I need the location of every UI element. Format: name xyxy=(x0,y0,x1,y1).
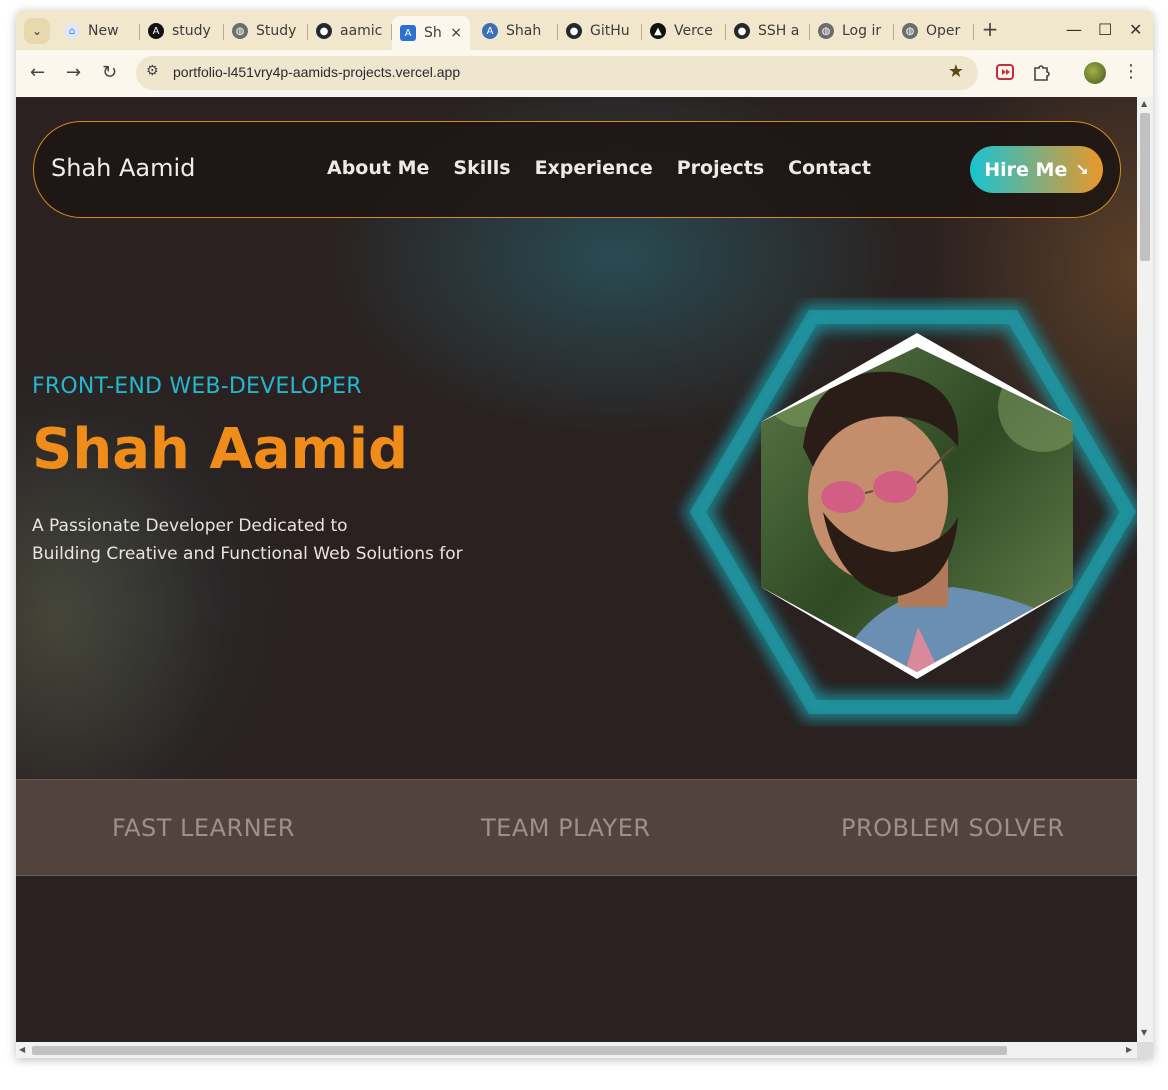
github-icon: ● xyxy=(316,23,332,39)
tab-label: SSH a xyxy=(758,23,800,39)
extension-red-icon[interactable] xyxy=(995,62,1015,82)
horizontal-scroll-thumb[interactable] xyxy=(32,1046,1007,1055)
tab-search-chevron-icon[interactable]: ⌄ xyxy=(24,18,50,44)
menu-kebab-icon[interactable]: ⋮ xyxy=(1122,61,1140,82)
extensions-puzzle-icon[interactable] xyxy=(1031,62,1051,82)
hero-role: FRONT-END WEB-DEVELOPER xyxy=(32,374,362,399)
bookmark-star-icon[interactable]: ★ xyxy=(948,61,964,82)
tab-vercel[interactable]: ▲ Verce xyxy=(642,16,726,46)
scroll-right-arrow-icon[interactable]: ▶ xyxy=(1126,1045,1132,1054)
hire-me-label: Hire Me xyxy=(984,158,1068,181)
scroll-up-arrow-icon[interactable]: ▲ xyxy=(1141,99,1147,108)
traits-band: FAST LEARNER TEAM PLAYER PROBLEM SOLVER xyxy=(16,779,1137,876)
nav-link-experience[interactable]: Experience xyxy=(535,157,653,179)
nav-link-about-me[interactable]: About Me xyxy=(327,157,429,179)
scroll-left-arrow-icon[interactable]: ◀ xyxy=(19,1045,25,1054)
close-window-icon[interactable]: ✕ xyxy=(1129,20,1142,39)
a-circle-icon: A xyxy=(482,23,498,39)
nav-link-skills[interactable]: Skills xyxy=(453,157,510,179)
trait-problem-solver: PROBLEM SOLVER xyxy=(841,814,1065,842)
nav-link-projects[interactable]: Projects xyxy=(677,157,764,179)
tab-open[interactable]: ◍ Oper xyxy=(894,16,974,46)
tab-label: GitHu xyxy=(590,23,630,39)
hero-portrait-frame xyxy=(663,297,1137,727)
profile-avatar[interactable] xyxy=(1084,62,1106,84)
vercel-icon: ▲ xyxy=(650,23,666,39)
globe-icon: ◍ xyxy=(818,23,834,39)
tab-study[interactable]: A study xyxy=(140,16,224,46)
site-settings-icon[interactable]: ⚙ xyxy=(146,63,159,79)
trait-fast-learner: FAST LEARNER xyxy=(112,814,295,842)
tab-login[interactable]: ◍ Log ir xyxy=(810,16,894,46)
circle-a-icon: A xyxy=(148,23,164,39)
new-tab-icon: ⌂ xyxy=(64,23,80,39)
tab-label: Study xyxy=(256,23,297,39)
tab-shah[interactable]: A Shah xyxy=(474,16,558,46)
tab-active-portfolio[interactable]: A Sh × xyxy=(392,16,470,50)
tab-study-2[interactable]: ◍ Study xyxy=(224,16,308,46)
arrow-down-right-icon: ↘ xyxy=(1075,160,1089,179)
scrollbar-corner xyxy=(1137,1042,1153,1058)
tab-github-aamid[interactable]: ● aamic xyxy=(308,16,392,46)
brand-logo-text[interactable]: Shah Aamid xyxy=(51,154,195,182)
scroll-down-arrow-icon[interactable]: ▼ xyxy=(1141,1028,1147,1037)
site-navbar: Shah Aamid About Me Skills Experience Pr… xyxy=(33,121,1121,218)
github-icon: ● xyxy=(734,23,750,39)
globe-icon: ◍ xyxy=(232,23,248,39)
address-bar[interactable]: ⚙ portfolio-l451vry4p-aamids-projects.ve… xyxy=(136,56,978,90)
forward-arrow-icon[interactable]: → xyxy=(66,62,81,83)
horizontal-scrollbar[interactable]: ◀ ▶ xyxy=(16,1042,1137,1058)
nav-links: About Me Skills Experience Projects Cont… xyxy=(327,157,871,179)
browser-toolbar: ← → ↻ ⚙ portfolio-l451vry4p-aamids-proje… xyxy=(16,50,1153,97)
tab-strip: ⌄ ⌂ New A study ◍ Study ● aamic A Sh × A… xyxy=(16,10,1153,50)
tab-label: Sh xyxy=(424,25,442,41)
tab-ssh[interactable]: ● SSH a xyxy=(726,16,810,46)
vertical-scroll-thumb[interactable] xyxy=(1140,113,1150,261)
nav-link-contact[interactable]: Contact xyxy=(788,157,871,179)
page-viewport: Shah Aamid About Me Skills Experience Pr… xyxy=(16,97,1137,1042)
hero-description-line-1: A Passionate Developer Dedicated to xyxy=(32,516,348,536)
close-icon[interactable]: × xyxy=(450,25,462,41)
minimize-icon[interactable]: — xyxy=(1066,20,1082,39)
github-icon: ● xyxy=(566,23,582,39)
a-square-icon: A xyxy=(400,25,416,41)
globe-icon: ◍ xyxy=(902,23,918,39)
hire-me-button[interactable]: Hire Me ↘ xyxy=(970,146,1103,193)
tab-label: Shah xyxy=(506,23,542,39)
tab-new[interactable]: ⌂ New xyxy=(56,16,140,46)
tab-label: study xyxy=(172,23,211,39)
hero-description: A Passionate Developer Dedicated to Buil… xyxy=(32,512,472,568)
tab-label: Log ir xyxy=(842,23,882,39)
tab-github[interactable]: ● GitHu xyxy=(558,16,642,46)
new-tab-plus-icon[interactable]: + xyxy=(978,18,1002,42)
maximize-icon[interactable]: ☐ xyxy=(1098,20,1112,39)
browser-window: ⌄ ⌂ New A study ◍ Study ● aamic A Sh × A… xyxy=(16,10,1153,1058)
url-text[interactable]: portfolio-l451vry4p-aamids-projects.verc… xyxy=(173,64,460,80)
tab-label: Verce xyxy=(674,23,713,39)
trait-team-player: TEAM PLAYER xyxy=(481,814,651,842)
hero-description-line-2: Building Creative and Functional Web Sol… xyxy=(32,544,463,564)
hero-name: Shah Aamid xyxy=(32,417,409,482)
vertical-scrollbar[interactable]: ▲ ▼ xyxy=(1137,97,1153,1042)
tab-label: New xyxy=(88,23,119,39)
reload-icon[interactable]: ↻ xyxy=(102,62,117,83)
back-arrow-icon[interactable]: ← xyxy=(30,62,45,83)
tab-label: Oper xyxy=(926,23,961,39)
tab-label: aamic xyxy=(340,23,383,39)
